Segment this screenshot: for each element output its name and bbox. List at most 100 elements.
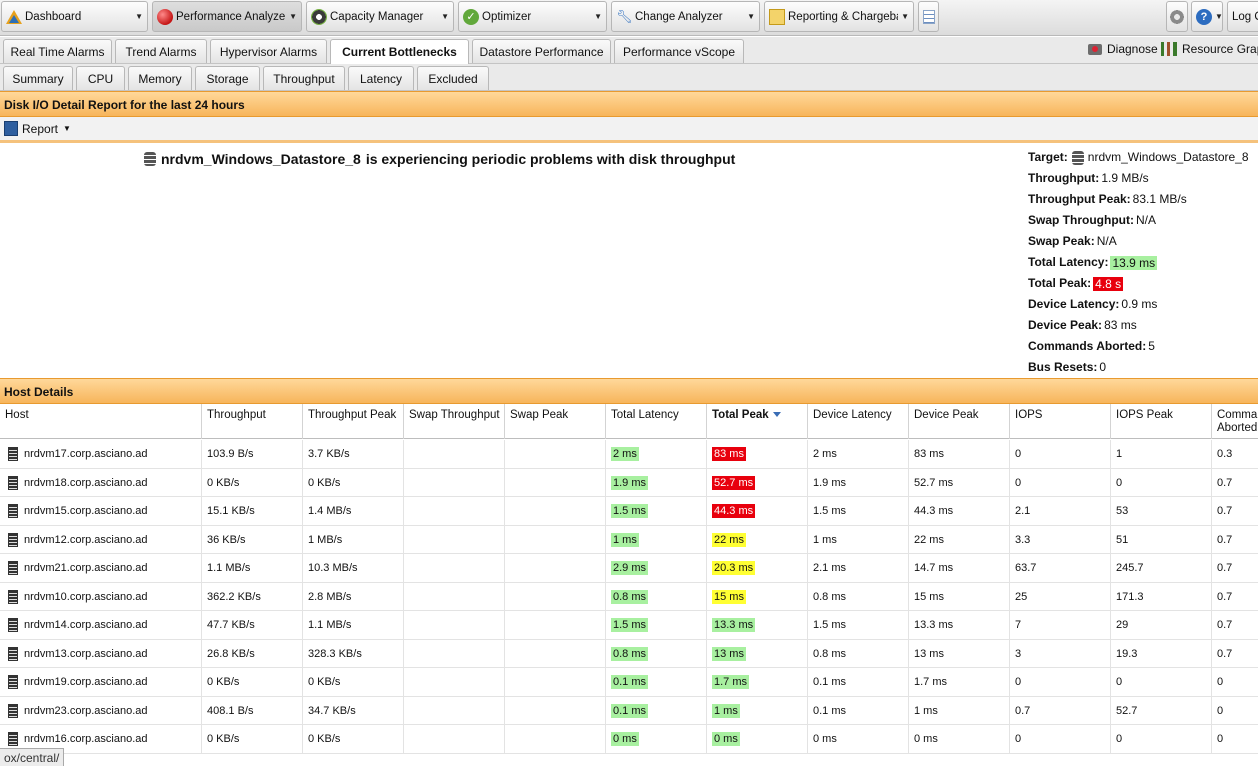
table-row[interactable]: nrdvm12.corp.asciano.ad 36 KB/s 1 MB/s 1 ms…: [0, 525, 1258, 554]
column-header-label: Total Latency: [611, 409, 679, 421]
table-row[interactable]: nrdvm23.corp.asciano.ad 408.1 B/s 34.7 KB/…: [0, 696, 1258, 725]
headline-target[interactable]: nrdvm_Windows_Datastore_8: [161, 151, 361, 167]
nav-capacity-manager-button[interactable]: Capacity Manager ▼: [306, 1, 454, 32]
cell-swap-peak: [505, 525, 606, 554]
cell-value: 51: [1116, 533, 1129, 546]
table-row[interactable]: nrdvm15.corp.asciano.ad 15.1 KB/s 1.4 MB/s…: [0, 497, 1258, 526]
cell-value: 0.7: [1015, 704, 1031, 717]
host-server-icon: [8, 618, 18, 632]
subtab-cpu[interactable]: CPU: [76, 66, 125, 90]
nav-change-analyzer-button[interactable]: 🔧︎ Change Analyzer ▼: [611, 1, 760, 32]
chevron-down-icon[interactable]: ▼: [135, 12, 143, 21]
tab-performance-vscope[interactable]: Performance vScope: [614, 39, 744, 63]
cell-iops: 0: [1010, 468, 1111, 497]
table-row[interactable]: nrdvm14.corp.asciano.ad 47.7 KB/s 1.1 MB/s…: [0, 611, 1258, 640]
tab-real-time-alarms[interactable]: Real Time Alarms: [3, 39, 112, 63]
column-header[interactable]: Device Latency: [808, 404, 909, 439]
table-row[interactable]: nrdvm18.corp.asciano.ad 0 KB/s 0 KB/s 1.9 m…: [0, 468, 1258, 497]
check-icon: ✓: [463, 8, 479, 25]
cell-value: nrdvm18.corp.asciano.ad: [24, 476, 148, 489]
tab-trend-alarms[interactable]: Trend Alarms: [115, 39, 207, 63]
column-header[interactable]: Device Peak: [909, 404, 1010, 439]
cell-value: 103.9 B/s: [207, 448, 254, 460]
nav-performance-analyzer-button[interactable]: Performance Analyzer ▼: [152, 1, 302, 32]
cell-iops-peak: 0: [1111, 468, 1212, 497]
nav-optimizer-button[interactable]: ✓ Optimizer ▼: [458, 1, 607, 32]
column-header[interactable]: Swap Peak: [505, 404, 606, 439]
cell-device-latency: 0.1 ms: [808, 668, 909, 696]
column-header[interactable]: Host: [0, 404, 202, 439]
tab-hypervisor-alarms[interactable]: Hypervisor Alarms: [210, 39, 327, 63]
column-header[interactable]: Total Latency: [606, 404, 707, 439]
logout-button[interactable]: Log O: [1227, 1, 1258, 32]
chevron-down-icon[interactable]: ▼: [441, 12, 449, 21]
cell-value: 1.5 ms: [813, 505, 847, 517]
column-header[interactable]: Throughput: [202, 404, 303, 439]
cell-value: 0.1 ms: [813, 704, 847, 717]
cell-throughput: 47.7 KB/s: [202, 611, 303, 639]
subtab-excluded[interactable]: Excluded: [417, 66, 489, 90]
summary-row: Throughput: 1.9 MB/s: [1028, 168, 1258, 189]
grid-header: Host Throughput Throughput Peak Swap Throug…: [0, 404, 1258, 439]
cell-iops-peak: 51: [1111, 525, 1212, 554]
subtab-latency[interactable]: Latency: [348, 66, 414, 90]
column-header-label: Throughput: [207, 409, 266, 421]
bottleneck-headline: nrdvm_Windows_Datastore_8 is experiencin…: [144, 151, 735, 167]
table-row[interactable]: nrdvm19.corp.asciano.ad 0 KB/s 0 KB/s 0.1 m…: [0, 668, 1258, 697]
chevron-down-icon[interactable]: ▼: [901, 12, 909, 21]
cell-value: 26.8 KB/s: [207, 647, 255, 660]
subtab-throughput[interactable]: Throughput: [263, 66, 345, 90]
table-row[interactable]: nrdvm13.corp.asciano.ad 26.8 KB/s 328.3 KB…: [0, 639, 1258, 668]
cell-host: nrdvm21.corp.asciano.ad: [0, 554, 202, 582]
cell-value: 25: [1015, 590, 1028, 603]
diagnose-link[interactable]: Diagnose: [1088, 42, 1158, 56]
cell-total-latency: 0.1 ms: [606, 668, 707, 696]
table-row[interactable]: nrdvm16.corp.asciano.ad 0 KB/s 0 KB/s 0 ms 0…: [0, 725, 1258, 754]
column-header[interactable]: Swap Throughput: [404, 404, 505, 439]
subtab-storage[interactable]: Storage: [195, 66, 260, 90]
summary-key: Total Latency:: [1028, 255, 1109, 269]
cell-iops-peak: 29: [1111, 611, 1212, 639]
cell-aborted: 0.7: [1212, 583, 1258, 611]
cell-throughput-peak: 0 KB/s: [303, 725, 404, 753]
chevron-down-icon[interactable]: ▼: [747, 12, 755, 21]
summary-row: Bus Resets: 0: [1028, 357, 1258, 378]
tab-datastore-performance[interactable]: Datastore Performance: [472, 39, 611, 63]
table-row[interactable]: nrdvm17.corp.asciano.ad 103.9 B/s 3.7 KB/s…: [0, 440, 1258, 469]
cell-swap-peak: [505, 668, 606, 696]
cell-iops-peak: 19.3: [1111, 639, 1212, 668]
resource-graph-link[interactable]: Resource Graph: [1161, 42, 1258, 56]
column-header[interactable]: Throughput Peak: [303, 404, 404, 439]
table-row[interactable]: nrdvm10.corp.asciano.ad 362.2 KB/s 2.8 MB/…: [0, 582, 1258, 611]
cell-value: 0: [1015, 733, 1022, 745]
subtab-memory[interactable]: Memory: [128, 66, 192, 90]
cell-value: 0.8 ms: [813, 647, 847, 660]
report-menu-button[interactable]: Report ▼: [22, 122, 71, 136]
tab-current-bottlenecks[interactable]: Current Bottlenecks: [330, 39, 469, 64]
column-header[interactable]: IOPS Peak: [1111, 404, 1212, 439]
cell-iops: 0: [1010, 668, 1111, 696]
column-header[interactable]: Total Peak: [707, 404, 808, 439]
help-button[interactable]: ? ▼: [1191, 1, 1223, 32]
subtab-summary[interactable]: Summary: [3, 66, 73, 90]
list-view-button[interactable]: [918, 1, 939, 32]
report-icon: [769, 8, 785, 25]
cell-host: nrdvm19.corp.asciano.ad: [0, 668, 202, 696]
cell-value: 34.7 KB/s: [308, 704, 356, 717]
cell-value: nrdvm13.corp.asciano.ad: [24, 647, 148, 660]
nav-dashboard-button[interactable]: Dashboard ▼: [1, 1, 148, 32]
column-header-label: Host: [5, 409, 29, 421]
nav-reporting-chargeback-button[interactable]: Reporting & Chargeback ▼: [764, 1, 914, 32]
chevron-down-icon[interactable]: ▼: [289, 12, 297, 21]
column-header[interactable]: IOPS: [1010, 404, 1111, 439]
summary-value: 0.9 ms: [1121, 297, 1158, 311]
column-header[interactable]: Commar Aborted: [1212, 404, 1258, 439]
nav-optimizer-label: Optimizer: [482, 10, 532, 23]
cell-value: 36 KB/s: [207, 533, 246, 546]
settings-button[interactable]: [1166, 1, 1188, 32]
cell-aborted: 0: [1212, 697, 1258, 725]
gear-icon: [1169, 8, 1185, 25]
chevron-down-icon[interactable]: ▼: [594, 12, 602, 21]
chevron-down-icon[interactable]: ▼: [1215, 12, 1222, 21]
table-row[interactable]: nrdvm21.corp.asciano.ad 1.1 MB/s 10.3 MB/s…: [0, 554, 1258, 583]
